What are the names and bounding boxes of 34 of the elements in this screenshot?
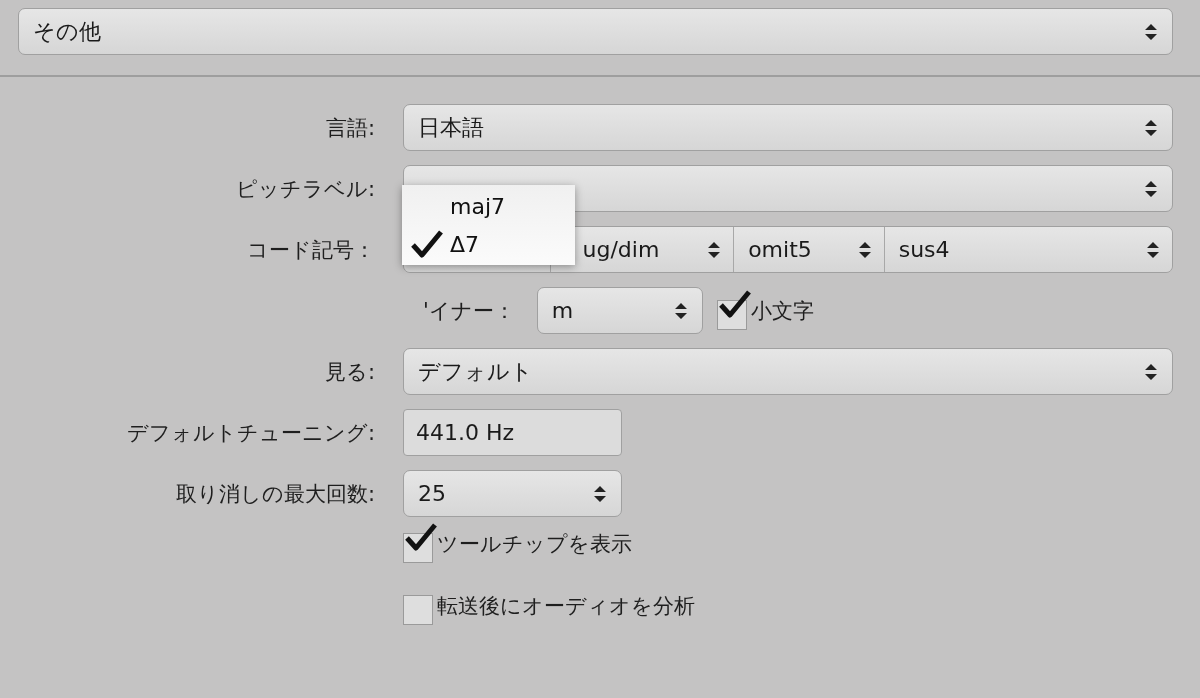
field-label: 取り消しの最大回数: [175,480,375,508]
stepper-icon [673,300,688,321]
field-label: ピッチラベル: [235,175,375,203]
popup-button[interactable]: 日本語 [403,104,1173,151]
field-label: デフォルトチューニング: [126,419,375,447]
field-label: コード記号： [247,236,375,264]
field-label: 'イナー： [423,297,515,325]
popup-button[interactable]: デフォルト [403,348,1173,395]
checkbox[interactable]: 転送後にオーディオを分析 [403,587,1173,625]
stepper-icon [1144,361,1158,382]
checkbox[interactable]: 小文字 [716,291,814,330]
category-popup[interactable]: その他 [18,8,1173,55]
checkbox-label: ツールチップを表示 [437,531,632,558]
popup-button[interactable]: omit5 [733,227,884,272]
input-field[interactable]: 441.0 Hz [403,409,622,456]
stepper-icon [1144,117,1158,138]
checkbox-label: 小文字 [750,297,814,325]
checkbox[interactable]: ツールチップを表示 [403,525,1173,563]
menu-item[interactable]: maj7 [402,187,575,225]
stepper-icon [1146,239,1160,260]
stepper-icon [1144,178,1158,199]
stepper-icon [1144,21,1158,42]
field-label: 見る: [324,358,375,386]
stepper-icon [857,239,872,260]
checkmark-icon [410,229,444,259]
stepper-icon [707,239,722,260]
popup-button[interactable]: m [536,287,703,334]
popup-button[interactable]: 25 [403,470,622,517]
checkmark-icon [717,288,752,319]
popup-button[interactable]: sus4 [883,227,1172,272]
checkmark-icon [404,522,438,552]
checkbox-label: 転送後にオーディオを分析 [437,593,695,620]
stepper-icon [593,483,607,504]
field-label: 言語: [325,114,375,142]
